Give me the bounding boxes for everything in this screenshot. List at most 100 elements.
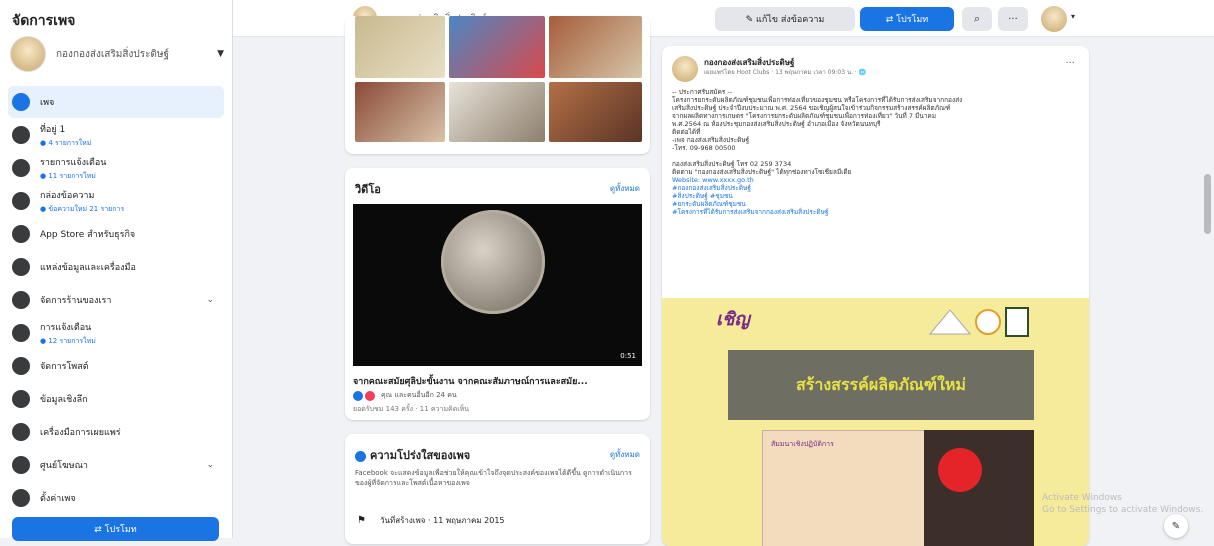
edit-send-message-button[interactable]: ✎ แก้ไข ส่งข้อความ xyxy=(715,7,855,31)
photo-thumbnail[interactable] xyxy=(449,82,545,142)
sidebar-item-text: เครื่องมือการเผยแพร่ xyxy=(40,425,224,439)
sidebar-item[interactable]: เครื่องมือการเผยแพร่ xyxy=(8,416,224,448)
gear-icon xyxy=(12,489,30,507)
sidebar-item-text: จัดการร้านของเรา xyxy=(40,293,206,307)
post-hashtag-link[interactable]: Website: www.xxxx.go.th xyxy=(672,176,1072,184)
video-views: ยอดรับชม 143 ครั้ง · 11 ความคิดเห็น xyxy=(353,405,470,413)
post-author-avatar[interactable] xyxy=(672,56,698,82)
like-icon xyxy=(353,390,363,401)
sidebar-item-text: จัดการโพสต์ xyxy=(40,359,224,373)
promote-button[interactable]: ⇄ โปรโมท xyxy=(12,517,219,541)
post-hashtag-link[interactable]: #ยกระดับผลิตภัณฑ์ชุมชน xyxy=(672,200,1072,208)
sidebar-item-text: ข้อมูลเชิงลึก xyxy=(40,392,224,406)
more-icon[interactable]: ··· xyxy=(998,7,1028,31)
post-hashtag-link[interactable]: #กองกองส่งเสริมสิ่งประดิษฐ์ xyxy=(672,184,1072,192)
sidebar-item-label: แหล่งข้อมูลและเครื่องมือ xyxy=(40,263,136,273)
post-hashtag-link[interactable]: #สิ่งประดิษฐ์ #ชุมชน xyxy=(672,192,1072,200)
briefcase-icon xyxy=(12,357,30,375)
sidebar-item[interactable]: จัดการร้านของเรา ⌄ xyxy=(8,284,224,316)
chevron-down-icon[interactable]: ⌄ xyxy=(206,295,214,305)
sidebar-nav: เพจที่อยู่ 1 ● 4 รายการใหม่รายการแจ้งเตือ… xyxy=(8,86,224,515)
photo-thumbnail[interactable] xyxy=(355,82,445,142)
sidebar-item-text: App Store สำหรับธุรกิจ xyxy=(40,227,224,241)
sidebar-item-label: จัดการโพสต์ xyxy=(40,362,89,372)
post-body: -- ประกาศรับสมัคร -- โครงการยกระดับผลิตภั… xyxy=(672,88,1072,216)
photos-card xyxy=(345,16,650,154)
compose-message-icon[interactable]: ✎ xyxy=(1164,514,1188,538)
page-switcher[interactable]: กองกองส่งเสริมสิ่งประดิษฐ์ ▼ xyxy=(10,34,224,74)
publishing-tools-icon xyxy=(12,423,30,441)
sidebar-item[interactable]: การแจ้งเตือน ● 12 รายการใหม่ xyxy=(8,317,224,349)
page-management-sidebar: จัดการเพจ กองกองส่งเสริมสิ่งประดิษฐ์ ▼ เ… xyxy=(0,0,233,541)
sidebar-item-label: App Store สำหรับธุรกิจ xyxy=(40,230,136,240)
logo-icon xyxy=(928,307,1029,337)
post-body-line: ติดต่อได้ที่ xyxy=(672,128,701,136)
sidebar-item[interactable]: ตั้งค่าเพจ xyxy=(8,482,224,514)
chevron-down-icon[interactable]: ▾ xyxy=(1071,12,1075,21)
reactions-text: คุณ และคนอื่นอีก 24 คน xyxy=(381,391,457,399)
sidebar-title: จัดการเพจ xyxy=(12,13,76,29)
videos-card: วิดีโอ ดูทั้งหมด 0:51 จากคณะสมัยศุลิปะขั… xyxy=(345,168,650,420)
post-body-line xyxy=(672,152,1072,160)
watermark-line-1: Activate Windows xyxy=(1042,493,1122,503)
info-icon xyxy=(355,450,366,462)
sidebar-item[interactable]: กล่องข้อความ ● ข้อความใหม่ 21 รายการ xyxy=(8,185,224,217)
video-title[interactable]: จากคณะสมัยศุลิปะขั้นงาน จากคณะสัมภาษณ์กา… xyxy=(353,374,643,388)
sidebar-item[interactable]: ข้อมูลเชิงลึก xyxy=(8,383,224,415)
banner-headline: สร้างสรรค์ผลิตภัณฑ์ใหม่ xyxy=(728,350,1034,420)
banner-subtitle: สัมมนาเชิงปฏิบัติการ xyxy=(771,440,834,448)
bell-icon xyxy=(12,159,30,177)
caret-down-icon[interactable]: ▼ xyxy=(217,49,224,59)
page-transparency-card: ความโปร่งใสของเพจ ดูทั้งหมด Facebook จะแ… xyxy=(345,434,650,544)
account-avatar[interactable] xyxy=(1041,6,1067,32)
sidebar-item[interactable]: เพจ xyxy=(8,86,224,118)
banner-sun-graphic xyxy=(938,448,982,492)
love-icon xyxy=(365,390,375,401)
alert-icon xyxy=(12,324,30,342)
video-reactions[interactable]: คุณ และคนอื่นอีก 24 คน xyxy=(353,390,457,401)
sidebar-item-text: ตั้งค่าเพจ xyxy=(40,491,224,505)
transparency-description: Facebook จะแสดงข้อมูลเพื่อช่วยให้คุณเข้า… xyxy=(355,469,632,487)
banner-artwork xyxy=(924,430,1034,546)
flag-icon: ⚑ xyxy=(357,515,366,526)
post-body-line: -- ประกาศรับสมัคร -- xyxy=(672,88,733,96)
sidebar-item[interactable]: แหล่งข้อมูลและเครื่องมือ xyxy=(8,251,224,283)
sidebar-item-label: กล่องข้อความ xyxy=(40,190,95,201)
messenger-icon xyxy=(12,192,30,210)
sidebar-item-text: แหล่งข้อมูลและเครื่องมือ xyxy=(40,260,224,274)
scrollbar-thumb[interactable] xyxy=(1204,174,1211,234)
video-thumbnail[interactable]: 0:51 xyxy=(353,204,642,366)
videos-see-all-link[interactable]: ดูทั้งหมด xyxy=(610,182,640,195)
sidebar-item-label: ศูนย์โฆษณา xyxy=(40,461,88,471)
chevron-down-icon[interactable]: ⌄ xyxy=(206,460,214,470)
sidebar-item[interactable]: รายการแจ้งเตือน ● 11 รายการใหม่ xyxy=(8,152,224,184)
post-meta: เผยแพร่โดย Hoot Clubs · 13 พฤษภาคม เวลา … xyxy=(704,69,867,76)
sidebar-item[interactable]: ศูนย์โฆษณา ⌄ xyxy=(8,449,224,481)
post-options-icon[interactable]: ··· xyxy=(1065,58,1075,69)
promote-top-button[interactable]: ⇄ โปรโมท xyxy=(860,7,954,31)
sidebar-item[interactable]: ที่อยู่ 1 ● 4 รายการใหม่ xyxy=(8,119,224,151)
post-body-line: -โทร. 09-968 00500 xyxy=(672,144,736,152)
transparency-see-all-link[interactable]: ดูทั้งหมด xyxy=(610,448,640,461)
photo-thumbnail[interactable] xyxy=(549,82,642,142)
sidebar-item-badge: ● 11 รายการใหม่ xyxy=(40,171,96,180)
page-created-date: วันที่สร้างเพจ · 11 พฤษภาคม 2015 xyxy=(379,516,505,525)
shop-icon xyxy=(12,291,30,309)
sidebar-item[interactable]: จัดการโพสต์ xyxy=(8,350,224,382)
photo-thumbnail[interactable] xyxy=(549,16,642,78)
banner-info-panel: สัมมนาเชิงปฏิบัติการ xyxy=(762,430,930,546)
sidebar-item-text: รายการแจ้งเตือน ● 11 รายการใหม่ xyxy=(40,155,224,182)
post-body-line: โครงการยกระดับผลิตภัณฑ์ชุมชนเพื่อการท่อง… xyxy=(672,96,963,104)
post-image[interactable]: เชิญ สร้างสรรค์ผลิตภัณฑ์ใหม่ สัมมนาเชิงป… xyxy=(662,298,1089,546)
sidebar-item[interactable]: App Store สำหรับธุรกิจ xyxy=(8,218,224,250)
sidebar-item-label: การแจ้งเตือน xyxy=(40,322,92,333)
photo-thumbnail[interactable] xyxy=(449,16,545,78)
search-icon[interactable]: ⌕ xyxy=(962,7,992,31)
post-hashtag-link[interactable]: #โครงการที่ได้รับการส่งเสริมจากกองส่งเสร… xyxy=(672,208,1072,216)
sidebar-item-label: เครื่องมือการเผยแพร่ xyxy=(40,428,121,438)
photo-thumbnail[interactable] xyxy=(355,16,445,78)
coin-image xyxy=(441,210,545,314)
sidebar-item-label: เพจ xyxy=(40,98,55,108)
transparency-title: ความโปร่งใสของเพจ xyxy=(370,449,471,462)
transparency-heading: ความโปร่งใสของเพจ xyxy=(355,446,470,464)
